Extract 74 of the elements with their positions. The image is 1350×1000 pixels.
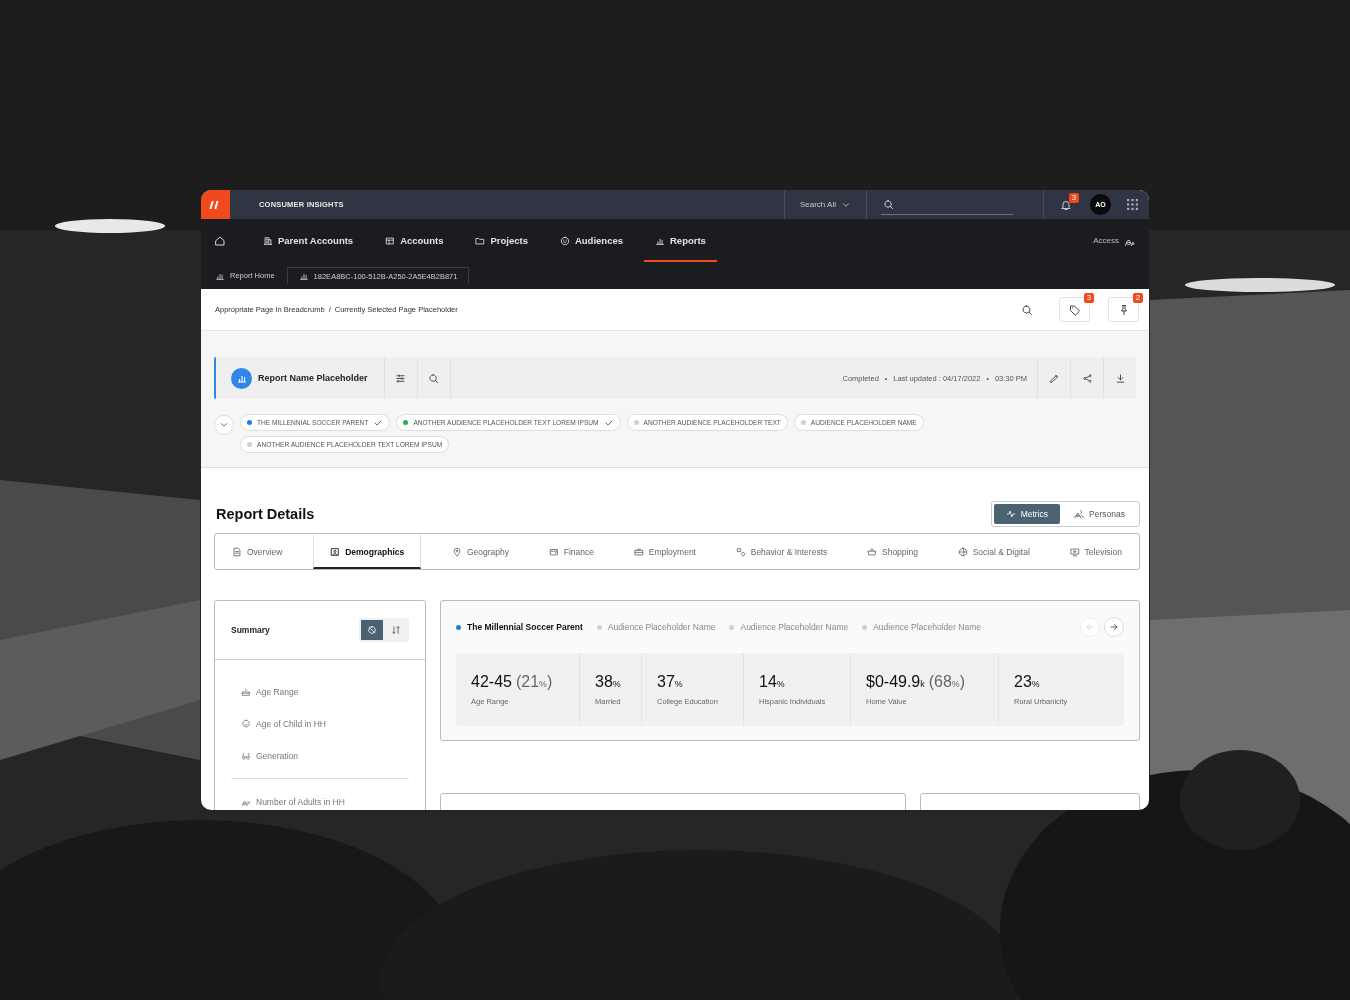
nav-tab[interactable]: Audiences <box>548 219 634 262</box>
category-tab[interactable]: Demographics <box>313 534 422 569</box>
summary-item[interactable]: Number of Adults in HH <box>241 789 409 810</box>
search-icon[interactable] <box>1021 303 1033 316</box>
bar-chart-icon <box>298 271 309 281</box>
summary-item[interactable]: Age Range <box>241 676 409 708</box>
category-tab[interactable]: Finance <box>539 534 603 569</box>
access-link[interactable]: Access <box>1093 236 1119 245</box>
filter-icon[interactable] <box>395 372 407 384</box>
folder-icon <box>475 235 486 246</box>
table-icon <box>385 235 396 246</box>
summary-item[interactable]: Age of Child in HH <box>241 708 409 740</box>
pins-count-badge: 2 <box>1133 293 1143 303</box>
search-icon[interactable] <box>428 372 440 384</box>
next-button[interactable] <box>1104 617 1124 637</box>
view-option[interactable]: Metrics <box>993 504 1061 524</box>
audience-tab[interactable]: Audience Placeholder Name <box>596 622 716 632</box>
download-icon[interactable] <box>1114 372 1126 384</box>
smiley-face-icon <box>559 235 570 246</box>
screen-icon <box>1069 546 1080 557</box>
summary-title: Summary <box>231 625 270 635</box>
category-tab[interactable]: Employment <box>624 534 705 569</box>
hide-icon <box>367 625 377 635</box>
chevron-down-icon <box>219 420 229 430</box>
audience-tab[interactable]: The Millennial Soccer Parent <box>456 622 583 632</box>
wallet-icon <box>548 546 559 557</box>
cake-icon <box>241 687 251 697</box>
search-icon <box>883 198 894 210</box>
hide-toggle[interactable] <box>361 620 383 640</box>
status-dot <box>456 624 461 630</box>
basket-icon <box>867 546 877 557</box>
audience-tab[interactable]: Audience Placeholder Name <box>729 622 849 632</box>
report-name: Report Name Placeholder <box>258 373 368 383</box>
globe-icon <box>957 546 968 557</box>
logo-icon[interactable] <box>201 190 230 219</box>
share-icon[interactable] <box>1081 372 1093 384</box>
category-tab[interactable]: Television <box>1060 534 1131 569</box>
shapes-icon <box>735 546 746 557</box>
id-card-icon <box>330 546 341 557</box>
section-title: Report Details <box>216 506 315 522</box>
metric-value: 42-45 <box>471 673 512 691</box>
report-avatar-icon <box>231 367 252 389</box>
sort-icon <box>391 625 401 635</box>
category-tab[interactable]: Geography <box>442 534 518 569</box>
map-pin-icon <box>451 546 462 557</box>
pins-button[interactable] <box>1108 297 1139 322</box>
nav-tab[interactable]: Projects <box>464 219 539 262</box>
building-icon <box>263 235 273 246</box>
nav-tab[interactable]: Accounts <box>374 219 455 262</box>
tag-icon <box>1068 303 1081 316</box>
briefcase-icon <box>633 546 644 557</box>
face-icon <box>241 719 251 729</box>
category-tab[interactable]: Behavior & Interests <box>726 534 837 569</box>
category-tab[interactable]: Social & Digital <box>948 534 1039 569</box>
arrow-right-icon <box>1109 622 1119 632</box>
notification-count: 3 <box>1069 193 1079 203</box>
tags-button[interactable] <box>1059 297 1090 322</box>
edit-icon[interactable] <box>1048 372 1060 384</box>
bell-icon[interactable] <box>1060 198 1072 211</box>
apps-grid-icon[interactable] <box>1127 199 1138 210</box>
status-dot <box>596 624 602 630</box>
status-dot <box>862 624 868 630</box>
arrow-left-icon <box>1085 622 1095 632</box>
glasses-icon <box>241 751 251 761</box>
document-icon <box>232 546 242 557</box>
status-dot <box>729 624 735 630</box>
category-tab[interactable]: Shopping <box>858 534 927 569</box>
pulse-icon <box>1005 509 1016 519</box>
home-icon[interactable] <box>214 234 226 247</box>
nav-tab[interactable]: Parent Accounts <box>252 219 365 262</box>
summary-item[interactable]: Generation <box>241 740 409 772</box>
category-tab[interactable]: Overview <box>223 534 292 569</box>
tags-count-badge: 3 <box>1084 293 1094 303</box>
audience-tab[interactable]: Audience Placeholder Name <box>862 622 981 632</box>
